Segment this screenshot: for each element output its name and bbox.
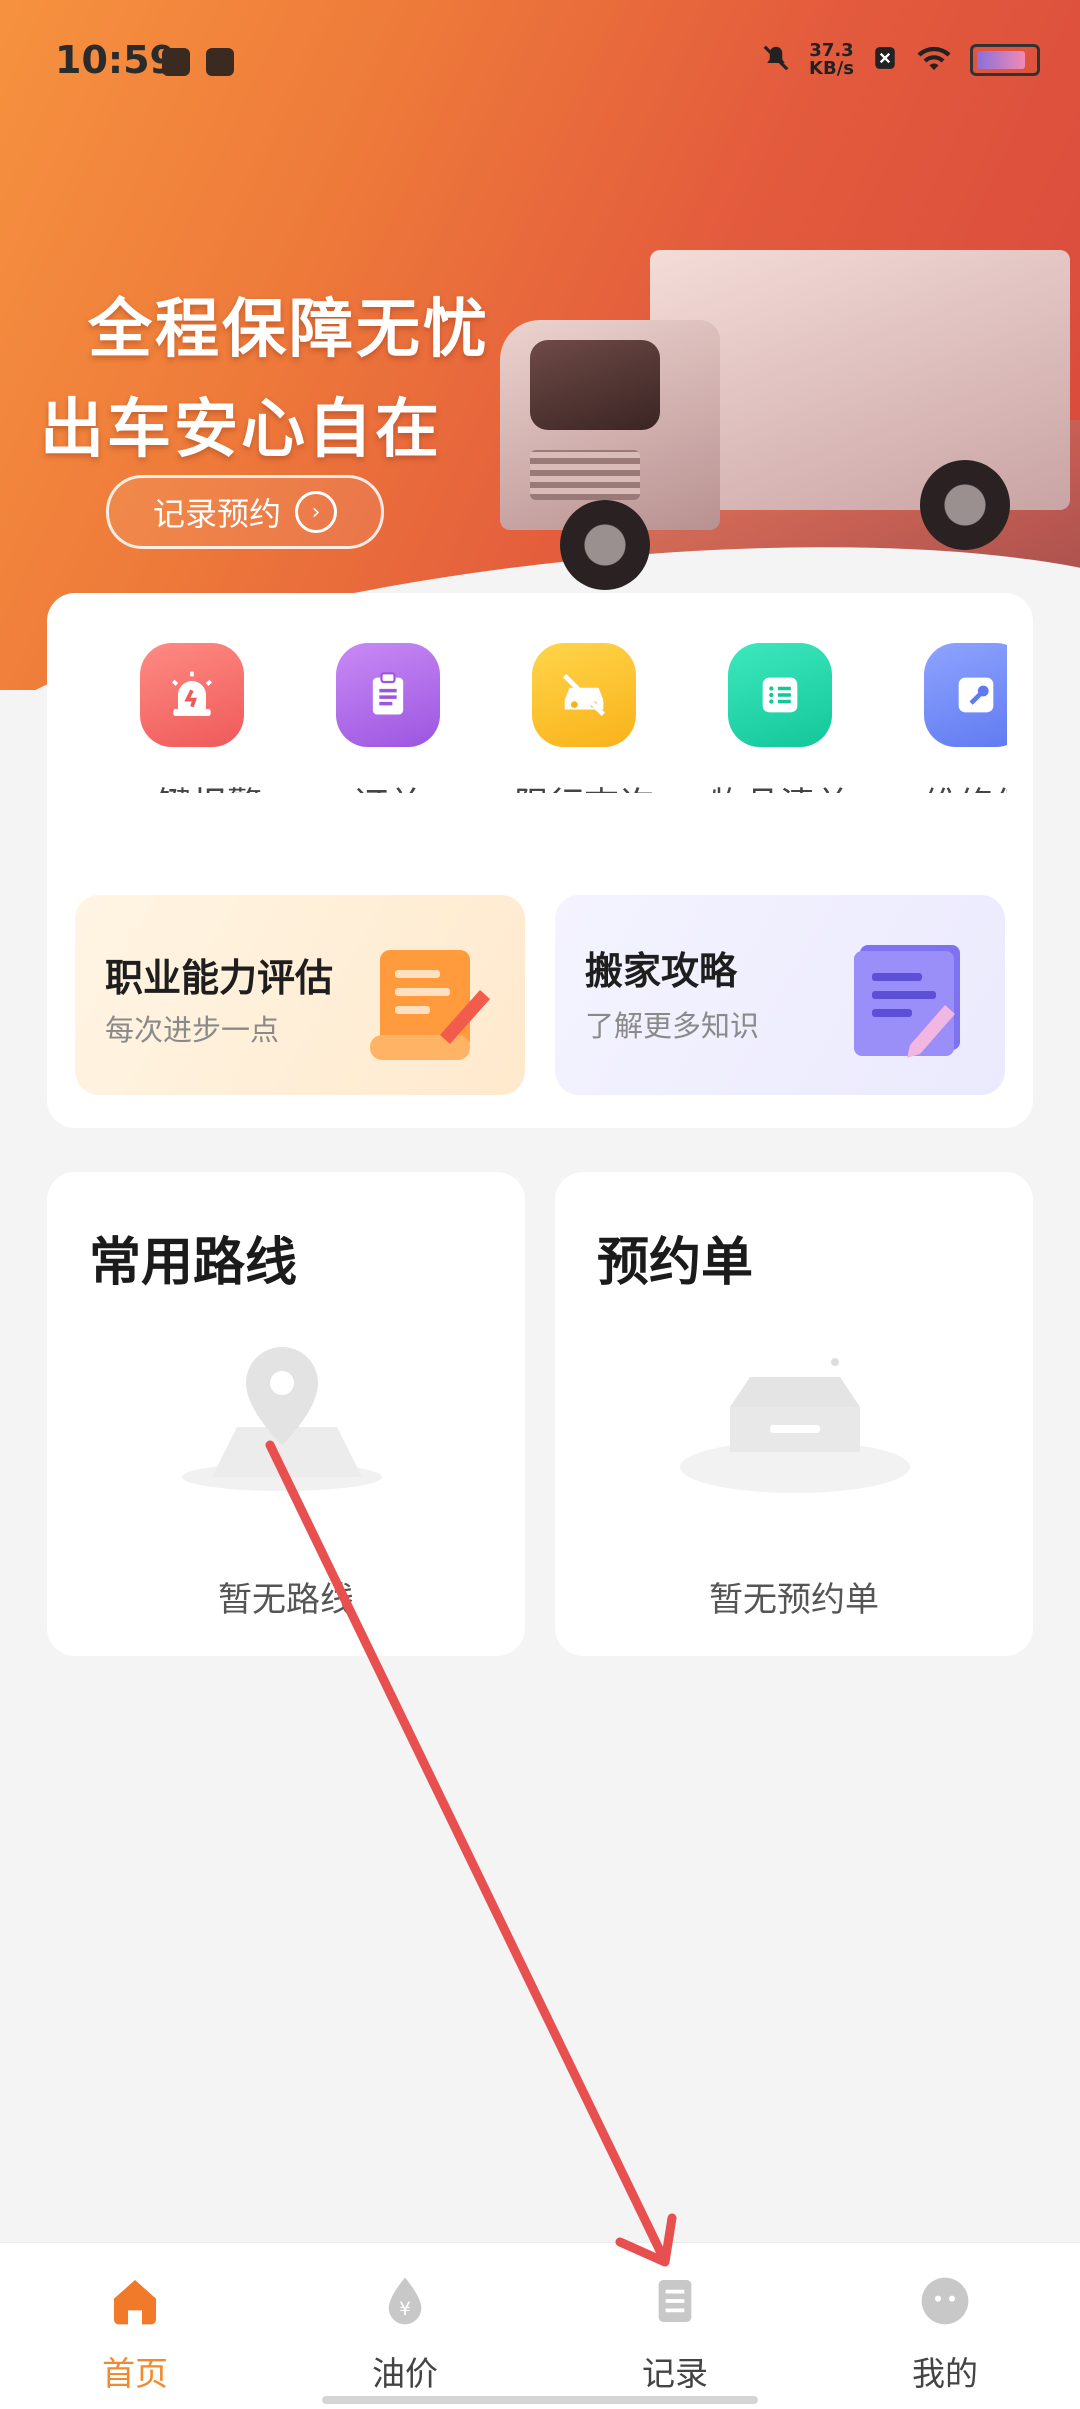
- card-title: 常用路线: [89, 1233, 298, 1293]
- common-routes-card[interactable]: 常用路线 暂无路线: [47, 1172, 525, 1656]
- network-speed-unit: KB/s: [809, 58, 854, 79]
- tab-profile[interactable]: 我的: [845, 2273, 1045, 2395]
- hero-banner[interactable]: 10:59 37.3 KB/s 全程保障无忧 出车安心自在 记录预约 ›: [0, 0, 1080, 690]
- sim-off-icon: [872, 44, 898, 77]
- quick-action-label: 订单: [293, 777, 483, 793]
- alarm-icon: [140, 643, 244, 747]
- bottom-tab-bar: 首页 ¥ 油价 记录 我的: [0, 2242, 1080, 2409]
- hero-title: 全程保障无忧 出车安心自在: [40, 280, 490, 480]
- quick-action-label: 一键报警: [97, 777, 287, 793]
- tab-records[interactable]: 记录: [575, 2273, 775, 2395]
- chevron-right-icon: ›: [295, 491, 337, 533]
- card-title: 预约单: [597, 1233, 754, 1293]
- wrench-icon: [924, 643, 1007, 747]
- truck-illustration: [500, 230, 1070, 610]
- restricted-car-icon: [532, 643, 636, 747]
- quick-action-label: 限行查询: [489, 777, 679, 793]
- promo-subtitle: 每次进步一点: [105, 1013, 280, 1047]
- notebook-pencil-icon: [840, 935, 980, 1069]
- bookings-card[interactable]: 预约单 暂无预约单: [555, 1172, 1033, 1656]
- wifi-icon: [916, 44, 952, 77]
- status-bar: 10:59 37.3 KB/s: [0, 0, 1080, 120]
- quick-actions-card: 一键报警 订单 限行查询 物品清单 维修保 职业能力评估: [47, 593, 1033, 1128]
- tab-home[interactable]: 首页: [35, 2273, 235, 2395]
- quick-action-restriction[interactable]: 限行查询: [489, 643, 679, 793]
- empty-state-text: 暂无路线: [218, 1580, 354, 1620]
- clipboard-icon: [336, 643, 440, 747]
- quick-action-maintenance[interactable]: 维修保: [881, 643, 1007, 793]
- list-icon: [728, 643, 832, 747]
- fuel-price-icon: ¥: [377, 2273, 433, 2329]
- record-booking-button[interactable]: 记录预约 ›: [106, 475, 384, 549]
- empty-state-text: 暂无预约单: [709, 1580, 879, 1620]
- quick-actions-grid: 一键报警 订单 限行查询 物品清单 维修保: [47, 643, 1007, 793]
- scroll-pencil-icon: [360, 940, 500, 1074]
- home-indicator: [322, 2396, 758, 2404]
- promo-moving-guide[interactable]: 搬家攻略 了解更多知识: [555, 895, 1005, 1095]
- quick-action-orders[interactable]: 订单: [293, 643, 483, 793]
- tab-label: 首页: [102, 2354, 168, 2393]
- notification-icon: [206, 48, 234, 76]
- promo-subtitle: 了解更多知识: [585, 1009, 760, 1043]
- tab-label: 油价: [372, 2354, 438, 2393]
- profile-icon: [917, 2273, 973, 2329]
- promo-skills-assessment[interactable]: 职业能力评估 每次进步一点: [75, 895, 525, 1095]
- mute-icon: [761, 43, 791, 78]
- network-speed: 37.3 KB/s: [809, 42, 854, 78]
- svg-text:¥: ¥: [399, 2299, 411, 2320]
- hero-title-line-2: 出车安心自在: [40, 393, 442, 467]
- quick-action-alarm[interactable]: 一键报警: [97, 643, 287, 793]
- empty-tray-illustration: [670, 1347, 920, 1501]
- home-icon: [107, 2273, 163, 2329]
- promo-title: 职业能力评估: [105, 956, 334, 1000]
- battery-icon: [970, 44, 1040, 76]
- tab-label: 记录: [642, 2354, 708, 2393]
- quick-action-label: 物品清单: [685, 777, 875, 793]
- record-icon: [647, 2273, 703, 2329]
- tab-fuel-price[interactable]: ¥ 油价: [305, 2273, 505, 2395]
- hero-title-line-1: 全程保障无忧: [88, 293, 490, 367]
- quick-action-label: 维修保: [881, 777, 1007, 793]
- map-pin-illustration: [172, 1337, 402, 1501]
- notification-icon: [162, 48, 190, 76]
- tab-label: 我的: [912, 2354, 978, 2393]
- promo-title: 搬家攻略: [585, 949, 738, 993]
- record-booking-label: 记录预约: [152, 495, 281, 533]
- status-time: 10:59: [55, 38, 176, 82]
- quick-action-item-list[interactable]: 物品清单: [685, 643, 875, 793]
